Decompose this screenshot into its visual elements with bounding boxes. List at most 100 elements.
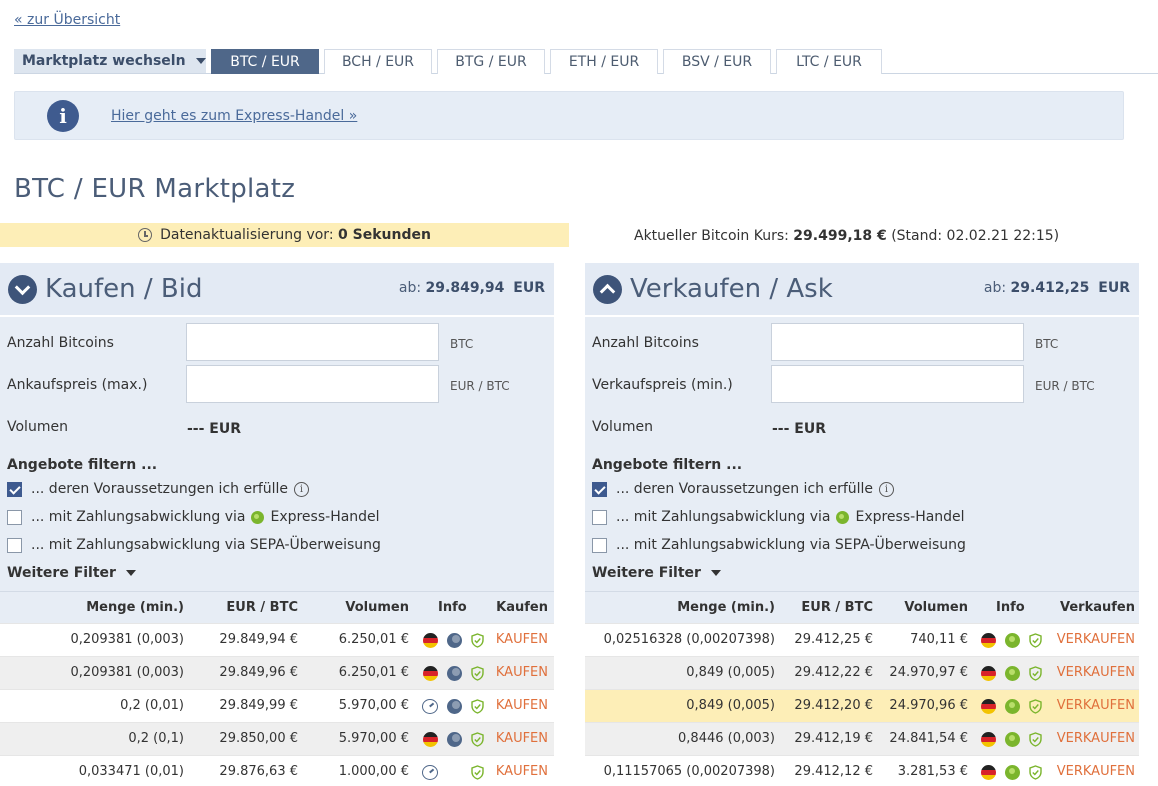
bid-amount-input[interactable] (186, 323, 439, 361)
data-update-bar: Datenaktualisierung vor: 0 Sekunden (0, 223, 569, 247)
filter-sepa-label: ... mit Zahlungsabwicklung via SEPA-Über… (616, 537, 966, 553)
switch-market-dropdown[interactable]: Marktplatz wechseln (14, 49, 206, 73)
ask-form: Anzahl Bitcoins BTC Verkaufspreis (min.)… (585, 315, 1139, 591)
row-volume: 1.000,00 € (338, 764, 409, 779)
row-price: 29.876,63 € (219, 764, 298, 779)
rate-prefix: Aktueller Bitcoin Kurs: (634, 228, 789, 244)
sell-button[interactable]: VERKAUFEN (1057, 731, 1135, 746)
filter-express-label: ... mit Zahlungsabwicklung via (616, 509, 831, 525)
german-flag-icon (981, 765, 996, 780)
buy-button[interactable]: KAUFEN (496, 698, 548, 713)
ask-price-unit: EUR / BTC (1035, 379, 1095, 393)
row-qty: 0,849 (0,005) (686, 698, 775, 713)
caret-down-icon (195, 58, 206, 64)
filter-requirements-label: ... deren Voraussetzungen ich erfülle (31, 481, 289, 497)
row-price: 29.849,96 € (219, 665, 298, 680)
buy-button[interactable]: KAUFEN (496, 764, 548, 779)
payment-method-icon (447, 699, 462, 714)
buy-button[interactable]: KAUFEN (496, 665, 548, 680)
tab-btg-eur[interactable]: BTG / EUR (437, 49, 545, 74)
tab-eth-eur[interactable]: ETH / EUR (550, 49, 658, 74)
bid-more-filters[interactable]: Weitere Filter (7, 565, 136, 581)
bid-amount-label: Anzahl Bitcoins (7, 335, 114, 351)
checkbox-express[interactable] (592, 509, 607, 525)
ask-amount-input[interactable] (771, 323, 1024, 361)
col-price: EUR / BTC (801, 600, 873, 615)
tab-bch-eur[interactable]: BCH / EUR (324, 49, 432, 74)
shield-check-icon (471, 666, 484, 681)
tab-btc-eur[interactable]: BTC / EUR (211, 49, 319, 74)
checkbox-sepa[interactable] (592, 537, 607, 553)
bid-price-input[interactable] (186, 365, 439, 403)
filter-requirements-label: ... deren Voraussetzungen ich erfülle (616, 481, 874, 497)
current-rate: Aktueller Bitcoin Kurs: 29.499,18 € (Sta… (634, 228, 1059, 244)
sell-button[interactable]: VERKAUFEN (1057, 632, 1135, 647)
table-row: 0,209381 (0,003) 29.849,94 € 6.250,01 € … (0, 623, 554, 656)
buy-button[interactable]: KAUFEN (496, 632, 548, 647)
bid-panel: Kaufen / Bid ab: 29.849,94 EUR Anzahl Bi… (0, 263, 554, 786)
table-row: 0,8446 (0,003) 29.412,19 € 24.841,54 € V… (585, 722, 1139, 755)
ask-table-header: Menge (min.) EUR / BTC Volumen Info Verk… (585, 591, 1139, 623)
info-circle-icon[interactable]: i (879, 481, 895, 497)
express-handel-icon (251, 510, 265, 524)
bid-filter-title: Angebote filtern ... (7, 457, 158, 473)
buy-button[interactable]: KAUFEN (496, 731, 548, 746)
row-volume: 5.970,00 € (338, 731, 409, 746)
ask-from-unit: EUR (1098, 280, 1130, 296)
row-price: 29.850,00 € (219, 731, 298, 746)
bid-price-unit: EUR / BTC (450, 379, 510, 393)
checkbox-requirements[interactable] (592, 481, 607, 497)
german-flag-icon (981, 699, 996, 714)
tab-bsv-eur[interactable]: BSV / EUR (663, 49, 771, 74)
row-price: 29.849,94 € (219, 632, 298, 647)
ask-filter-sepa[interactable]: ... mit Zahlungsabwicklung via SEPA-Über… (592, 537, 966, 553)
update-value: 0 Sekunden (338, 227, 431, 243)
clock-icon (138, 228, 153, 242)
german-flag-icon (981, 633, 996, 648)
col-action: Verkaufen (1060, 600, 1135, 615)
ask-volume-label: Volumen (592, 419, 653, 435)
back-to-overview-link[interactable]: « zur Übersicht (14, 12, 120, 28)
bid-panel-header[interactable]: Kaufen / Bid ab: 29.849,94 EUR (0, 263, 554, 315)
bid-from-label: ab: (398, 280, 422, 296)
express-handel-icon (1005, 765, 1020, 780)
bid-from-unit: EUR (513, 280, 545, 296)
chevron-down-icon[interactable] (8, 274, 37, 304)
checkbox-express[interactable] (7, 509, 22, 525)
ask-best-price: ab: 29.412,25 EUR (984, 280, 1130, 296)
checkbox-requirements[interactable] (7, 481, 22, 497)
bid-filter-requirements[interactable]: ... deren Voraussetzungen ich erfülle i (7, 481, 310, 497)
row-qty: 0,209381 (0,003) (70, 665, 184, 680)
info-circle-icon[interactable]: i (294, 481, 310, 497)
german-flag-icon (423, 633, 438, 648)
row-price: 29.412,19 € (794, 731, 873, 746)
bid-filter-sepa[interactable]: ... mit Zahlungsabwicklung via SEPA-Über… (7, 537, 381, 553)
ask-filter-title: Angebote filtern ... (592, 457, 743, 473)
sell-button[interactable]: VERKAUFEN (1057, 665, 1135, 680)
ask-price-input[interactable] (771, 365, 1024, 403)
row-price: 29.412,25 € (794, 632, 873, 647)
tab-ltc-eur[interactable]: LTC / EUR (776, 49, 882, 74)
ask-more-filters[interactable]: Weitere Filter (592, 565, 721, 581)
col-qty: Menge (min.) (86, 600, 184, 615)
col-action: Kaufen (496, 600, 548, 615)
chevron-up-icon[interactable] (593, 274, 622, 304)
shield-check-icon (1029, 699, 1042, 714)
filter-express-suffix: Express-Handel (270, 509, 380, 525)
ask-filter-requirements[interactable]: ... deren Voraussetzungen ich erfülle i (592, 481, 895, 497)
sell-button[interactable]: VERKAUFEN (1057, 764, 1135, 779)
market-tabs: Marktplatz wechseln BTC / EUR BCH / EUR … (14, 49, 1158, 74)
sell-button[interactable]: VERKAUFEN (1057, 698, 1135, 713)
express-handel-link[interactable]: Hier geht es zum Express-Handel » (111, 108, 357, 124)
filter-sepa-label: ... mit Zahlungsabwicklung via SEPA-Über… (31, 537, 381, 553)
shield-check-icon (1029, 765, 1042, 780)
checkbox-sepa[interactable] (7, 537, 22, 553)
german-flag-icon (423, 732, 438, 747)
switch-market-label: Marktplatz wechseln (22, 53, 186, 69)
row-qty: 0,2 (0,1) (128, 731, 184, 746)
table-row: 0,2 (0,1) 29.850,00 € 5.970,00 € KAUFEN (0, 722, 554, 755)
bid-filter-express[interactable]: ... mit Zahlungsabwicklung via Express-H… (7, 509, 380, 525)
bid-price-label: Ankaufspreis (max.) (7, 377, 148, 393)
ask-filter-express[interactable]: ... mit Zahlungsabwicklung via Express-H… (592, 509, 965, 525)
ask-panel-header[interactable]: Verkaufen / Ask ab: 29.412,25 EUR (585, 263, 1139, 315)
